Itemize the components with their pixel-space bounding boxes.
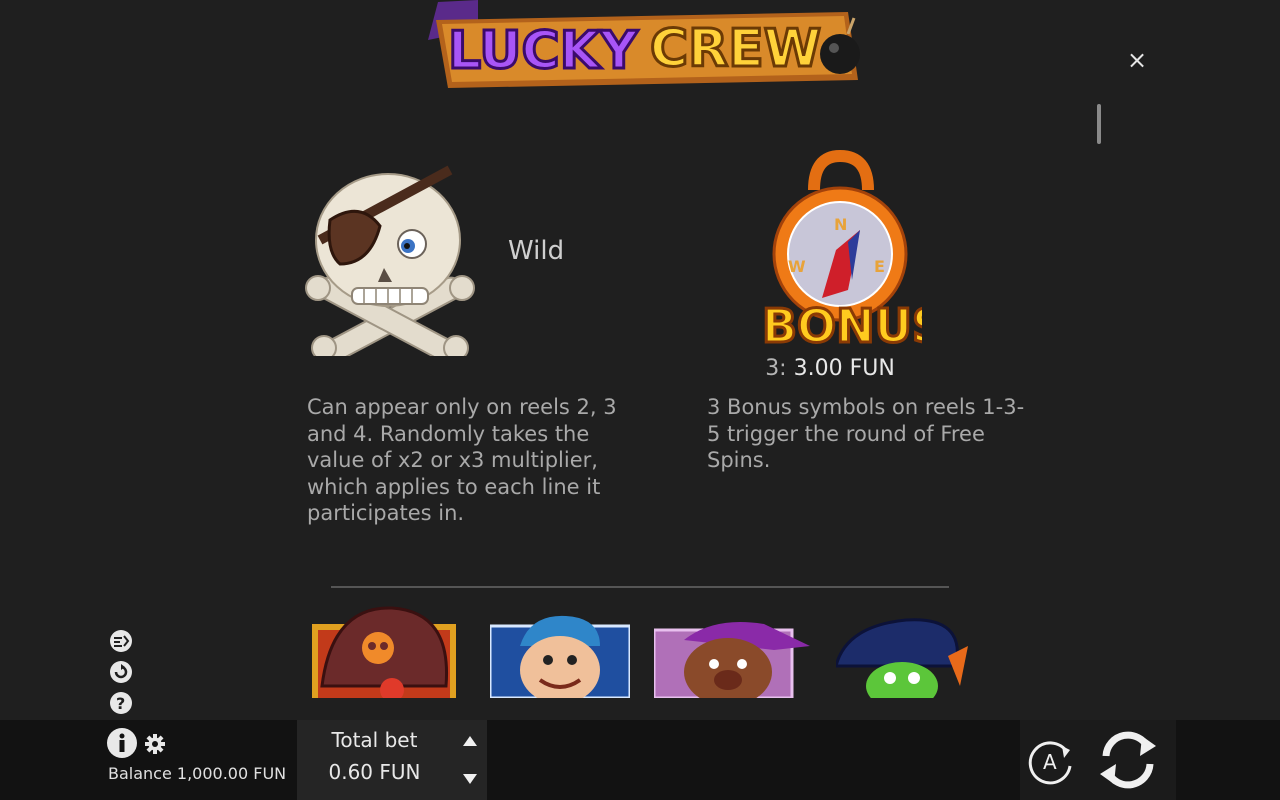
bonus-symbol-description: 3 Bonus symbols on reels 1-3-5 trigger t…: [707, 395, 1025, 473]
svg-text:N: N: [834, 215, 847, 234]
bandana-pirate-symbol-image: [654, 606, 814, 698]
captain-hat-symbol-image: [312, 606, 456, 698]
autoplay-label: A: [1043, 750, 1057, 774]
section-divider: [331, 586, 949, 588]
side-icon-group: ?: [108, 628, 134, 721]
autoplay-settings-icon[interactable]: [108, 659, 134, 685]
bet-increase-button[interactable]: [456, 724, 484, 756]
logo-word-crew: CREW: [650, 19, 821, 79]
bonus-payout-value: 3.00 FUN: [793, 356, 895, 381]
logo-word-lucky: LUCKY: [448, 21, 639, 81]
scrollbar-thumb[interactable]: [1097, 104, 1101, 144]
close-button[interactable]: ×: [1124, 46, 1150, 74]
wild-symbol-image: [300, 160, 480, 356]
total-bet-label: Total bet: [331, 728, 418, 752]
help-icon[interactable]: ?: [108, 690, 134, 716]
spin-button[interactable]: [1092, 726, 1164, 794]
bonus-symbol-name: BONUS: [762, 299, 922, 350]
svg-text:W: W: [788, 257, 806, 276]
wild-symbol-description: Can appear only on reels 2, 3 and 4. Ran…: [307, 395, 617, 526]
turbo-spin-icon[interactable]: [108, 628, 134, 654]
bonus-symbol-image: N W E BONUS: [760, 150, 922, 350]
game-logo: LUCKY CREW: [418, 0, 868, 92]
svg-text:?: ?: [116, 694, 125, 713]
autoplay-button[interactable]: A: [1026, 736, 1076, 786]
parrot-symbol-image: [836, 606, 978, 698]
svg-text:E: E: [874, 257, 885, 276]
info-icon[interactable]: [106, 727, 138, 759]
bet-decrease-button[interactable]: [456, 764, 484, 796]
balance-display: Balance 1,000.00 FUN: [108, 764, 287, 783]
sailor-symbol-image: [490, 606, 630, 698]
total-bet-value: 0.60 FUN: [328, 760, 421, 784]
bonus-payout-count: 3:: [765, 356, 787, 381]
wild-symbol-name: Wild: [508, 236, 565, 266]
bonus-payout: 3: 3.00 FUN: [700, 356, 960, 381]
gear-icon[interactable]: [144, 733, 166, 755]
